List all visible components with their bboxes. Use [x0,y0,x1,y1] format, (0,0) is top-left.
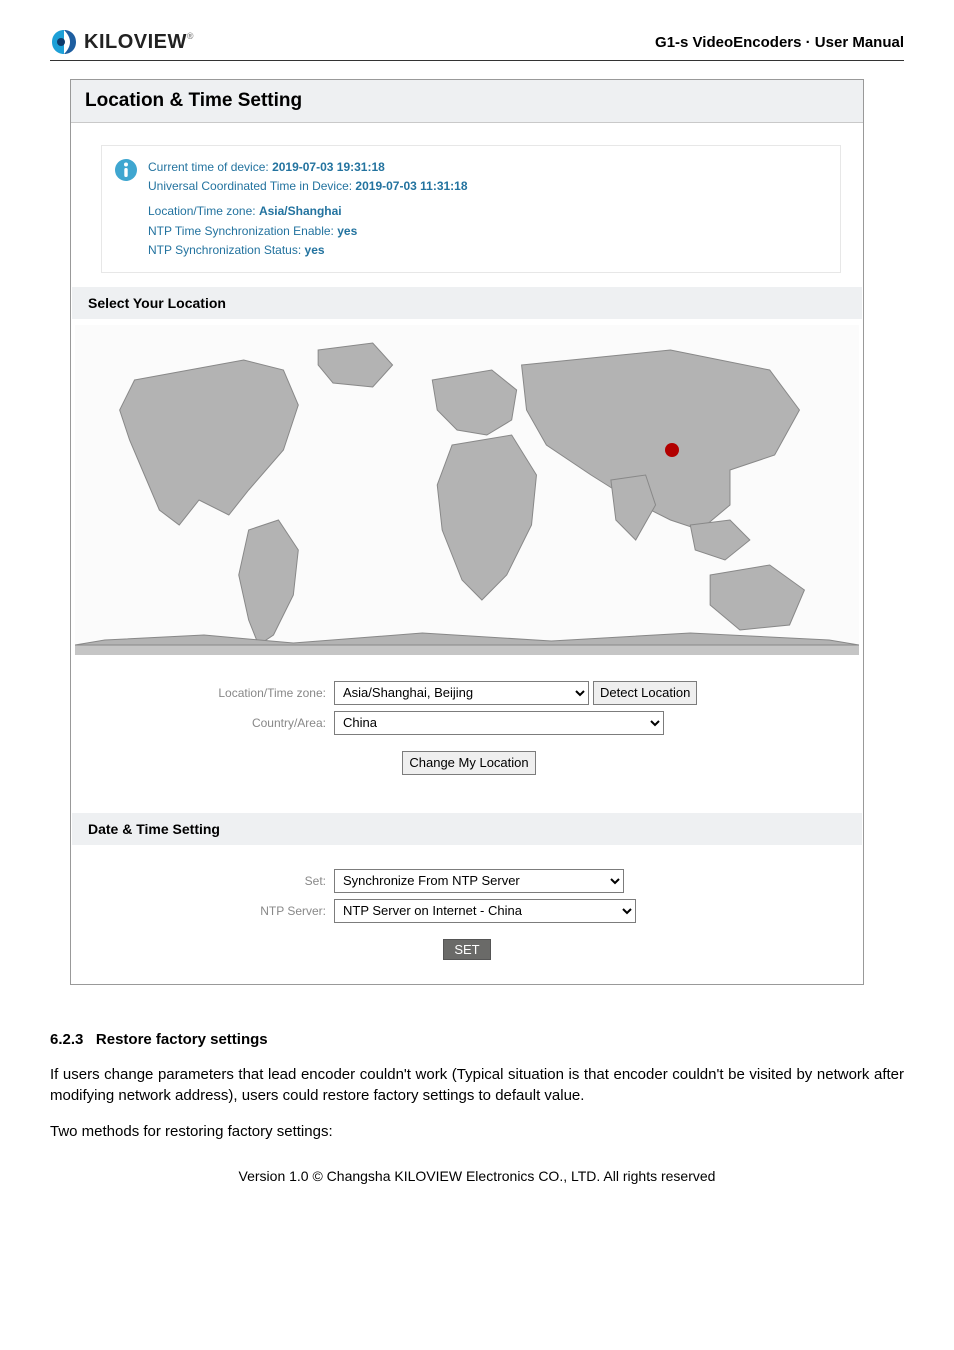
info-line3-value: Asia/Shanghai [259,204,342,218]
info-line5-value: yes [305,243,325,257]
document-title: G1-s VideoEncoders · User Manual [655,34,904,51]
info-line5-prefix: NTP Synchronization Status: [148,243,305,257]
change-location-button[interactable]: Change My Location [402,751,535,775]
page-footer: Version 1.0 © Changsha KILOVIEW Electron… [50,1168,904,1184]
set-mode-select[interactable]: Synchronize From NTP Server [334,869,624,893]
location-form: Location/Time zone: Asia/Shanghai, Beiji… [71,657,863,799]
info-line4-value: yes [337,224,357,238]
document-header: KILOVIEW® G1-s VideoEncoders · User Manu… [50,28,904,56]
timezone-select[interactable]: Asia/Shanghai, Beijing [334,681,589,705]
ntp-label: NTP Server: [71,904,334,918]
world-map-container [71,319,863,657]
info-line3-prefix: Location/Time zone: [148,204,259,218]
header-divider [50,60,904,61]
info-lines: Current time of device: 2019-07-03 19:31… [148,158,468,260]
detect-location-button[interactable]: Detect Location [593,681,697,705]
world-map[interactable] [75,325,859,655]
panel-title: Location & Time Setting [71,80,863,123]
section-title: Restore factory settings [96,1031,268,1048]
set-button[interactable]: SET [443,939,490,960]
set-label: Set: [71,874,334,888]
info-line2-prefix: Universal Coordinated Time in Device: [148,179,355,193]
info-line1-value: 2019-07-03 19:31:18 [272,160,385,174]
tz-label: Location/Time zone: [71,686,334,700]
map-location-marker [665,443,679,457]
country-label: Country/Area: [71,716,334,730]
paragraph-2: Two methods for restoring factory settin… [50,1121,904,1142]
info-line2-value: 2019-07-03 11:31:18 [355,179,467,193]
country-select[interactable]: China [334,711,664,735]
ntp-server-select[interactable]: NTP Server on Internet - China [334,899,636,923]
logo-icon [50,28,78,56]
info-block: Current time of device: 2019-07-03 19:31… [101,145,841,273]
info-line1-prefix: Current time of device: [148,160,272,174]
datetime-heading: Date & Time Setting [72,813,862,845]
info-line4-prefix: NTP Time Synchronization Enable: [148,224,337,238]
datetime-form: Set: Synchronize From NTP Server NTP Ser… [71,845,863,984]
section-number: 6.2.3 [50,1031,83,1048]
brand-logo: KILOVIEW® [50,28,194,56]
paragraph-1: If users change parameters that lead enc… [50,1064,904,1106]
section-heading: 6.2.3 Restore factory settings [50,1031,904,1048]
brand-name: KILOVIEW® [84,31,194,54]
info-icon [114,158,138,182]
select-location-heading: Select Your Location [72,287,862,319]
settings-panel: Location & Time Setting Current time of … [70,79,864,985]
